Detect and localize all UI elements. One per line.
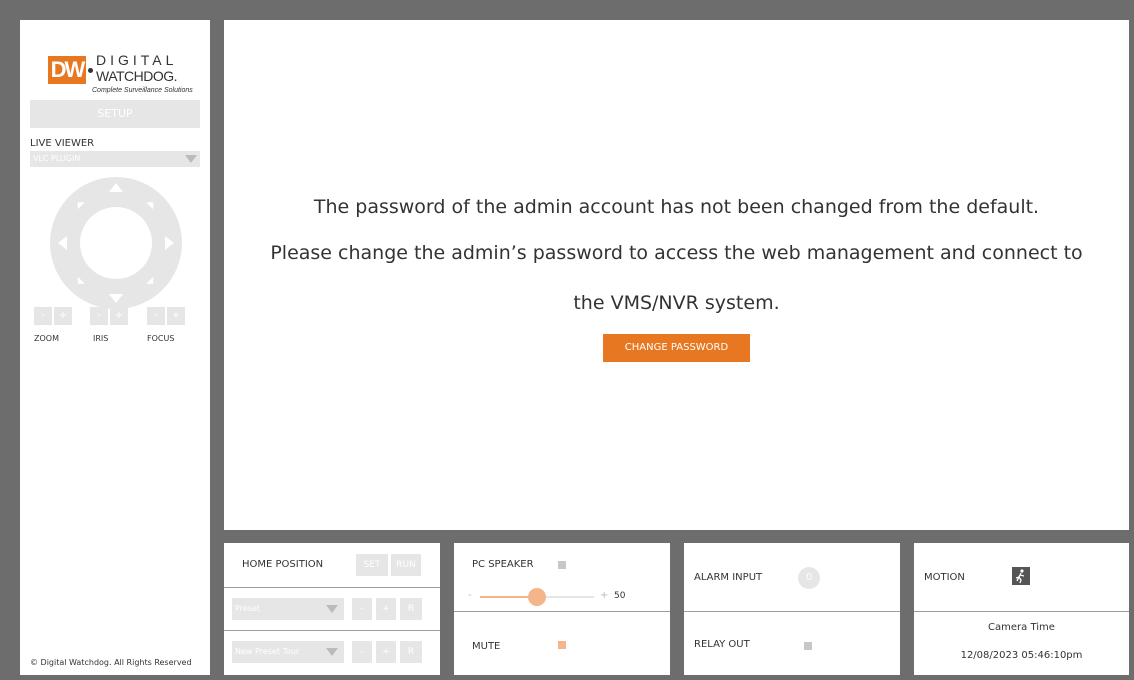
logo-line1: DIGITAL [96,52,178,68]
set-home-button[interactable]: SET [356,554,388,576]
change-password-button[interactable]: CHANGE PASSWORD [603,334,750,362]
ptz-control [50,177,182,309]
password-warning-line-1: The password of the admin account has no… [313,196,1040,218]
volume-value: 50 [614,591,626,601]
pan-left-icon[interactable] [58,236,67,250]
focus-near-button[interactable]: - [147,307,165,325]
volume-minus-icon: - [468,590,472,601]
divider [224,587,440,588]
live-viewer-label: LIVE VIEWER [30,138,95,149]
logo-tagline: Complete Surveillance Solutions [92,87,193,94]
copyright-footer: © Digital Watchdog. All Rights Reserved [30,658,192,667]
divider [224,630,440,631]
divider [454,611,670,612]
alarm-panel: ALARM INPUT 0 RELAY OUT [684,543,900,675]
preset-select[interactable]: Preset [232,598,344,620]
pc-speaker-label: PC SPEAKER [472,559,534,570]
divider [914,611,1129,612]
divider [684,611,900,612]
alarm-input-label: ALARM INPUT [694,572,763,583]
password-warning-line-3: the VMS/NVR system. [573,292,780,314]
tour-run-button[interactable]: R [400,641,422,663]
relay-out-checkbox[interactable] [804,642,812,650]
preset-remove-button[interactable]: - [352,598,372,620]
sidebar: DW DIGITAL WATCHDOG. Complete Surveillan… [20,20,210,675]
tour-remove-button[interactable]: - [352,641,372,663]
chevron-down-icon [326,648,338,656]
preset-tour-select-value: New Preset Tour [235,647,300,656]
volume-slider-handle[interactable] [528,588,546,606]
zoom-out-button[interactable]: - [34,307,52,325]
chevron-down-icon [185,155,197,163]
pc-speaker-checkbox[interactable] [558,561,566,569]
preset-run-button[interactable]: R [400,598,422,620]
mute-checkbox[interactable] [558,641,566,649]
setup-button[interactable]: SETUP [30,100,200,128]
pan-right-icon[interactable] [165,236,174,250]
preset-tour-select[interactable]: New Preset Tour [232,641,344,663]
plugin-select-value: VLC PLUGIN [33,154,81,163]
ptz-center [80,207,152,279]
camera-time-label: Camera Time [988,622,1055,633]
status-panel: MOTION Camera Time 12/08/2023 05:46:10pm [914,543,1129,675]
tour-add-button[interactable]: + [376,641,396,663]
preset-panel: HOME POSITION SET RUN Preset - + R New P… [224,543,440,675]
logo-line2: WATCHDOG. [96,68,178,84]
mute-label: MUTE [472,641,501,652]
password-warning-line-2: Please change the admin’s password to ac… [270,242,1083,264]
volume-plus-icon: + [600,590,609,601]
preset-add-button[interactable]: + [376,598,396,620]
logo-dot [88,68,93,73]
focus-label: FOCUS [147,334,175,343]
home-position-label: HOME POSITION [242,559,324,570]
zoom-label: ZOOM [34,334,59,343]
audio-panel: PC SPEAKER - + 50 MUTE [454,543,670,675]
motion-label: MOTION [924,572,965,583]
zoom-in-button[interactable]: + [54,307,72,325]
plugin-select[interactable]: VLC PLUGIN [30,151,200,167]
preset-select-value: Preset [235,604,260,613]
iris-label: IRIS [93,334,109,343]
main-viewer: The password of the admin account has no… [224,20,1129,530]
run-home-button[interactable]: RUN [391,554,421,576]
focus-far-button[interactable]: + [167,307,185,325]
pan-down-icon[interactable] [109,294,123,303]
camera-time-value: 12/08/2023 05:46:10pm [960,650,1083,661]
chevron-down-icon [326,605,338,613]
alarm-input-indicator: 0 [798,567,820,589]
logo-mark: DW [48,56,86,84]
relay-out-label: RELAY OUT [694,639,750,650]
pan-up-icon[interactable] [109,183,123,192]
iris-open-button[interactable]: + [110,307,128,325]
running-person-icon [1012,567,1030,585]
iris-close-button[interactable]: - [90,307,108,325]
